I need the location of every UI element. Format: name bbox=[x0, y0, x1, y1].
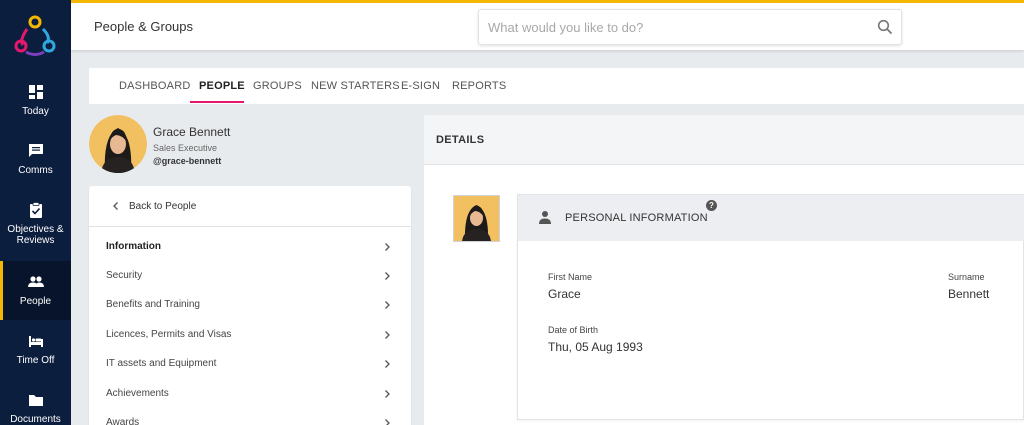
menu-item-licences-permits-visas[interactable]: Licences, Permits and Visas bbox=[89, 321, 411, 350]
app-logo-icon[interactable] bbox=[13, 13, 57, 59]
details-title: DETAILS bbox=[436, 134, 485, 146]
bed-icon bbox=[28, 336, 43, 347]
chevron-right-icon bbox=[385, 419, 390, 425]
search-icon[interactable] bbox=[877, 19, 893, 35]
dashboard-icon bbox=[28, 85, 43, 99]
nav-item-label: Today bbox=[22, 106, 49, 117]
menu-item-security[interactable]: Security bbox=[89, 262, 411, 291]
menu-item-label: Benefits and Training bbox=[106, 299, 200, 310]
avatar-photo-icon bbox=[454, 196, 499, 241]
clipboard-check-icon bbox=[29, 202, 42, 218]
first-name-value: Grace bbox=[548, 287, 581, 301]
profile-menu: Back to People Information Security Bene… bbox=[89, 186, 411, 425]
menu-item-label: Security bbox=[106, 270, 143, 281]
search-input[interactable] bbox=[479, 10, 869, 44]
active-tab-indicator bbox=[190, 101, 244, 103]
tab-new-starters[interactable]: NEW STARTERS bbox=[311, 80, 400, 92]
nav-item-comms[interactable]: Comms bbox=[0, 143, 71, 183]
nav-item-time-off[interactable]: Time Off bbox=[0, 333, 71, 373]
tabs-bar: DASHBOARD PEOPLE GROUPS NEW STARTERS E-S… bbox=[89, 68, 1024, 104]
chevron-right-icon bbox=[385, 360, 390, 368]
help-icon[interactable]: ? bbox=[706, 200, 717, 211]
search-box[interactable] bbox=[478, 9, 902, 45]
profile-role: Sales Executive bbox=[153, 143, 218, 153]
menu-item-benefits-training[interactable]: Benefits and Training bbox=[89, 291, 411, 320]
nav-item-label: People bbox=[19, 296, 52, 307]
nav-item-label: Time Off bbox=[16, 355, 55, 366]
tab-dashboard[interactable]: DASHBOARD bbox=[119, 80, 190, 92]
nav-item-objectives-reviews[interactable]: Objectives & Reviews bbox=[0, 202, 71, 252]
avatar-photo-icon bbox=[89, 115, 147, 173]
profile-name: Grace Bennett bbox=[153, 125, 231, 139]
people-icon bbox=[27, 276, 44, 287]
tab-groups[interactable]: GROUPS bbox=[253, 80, 302, 92]
nav-item-documents[interactable]: Documents bbox=[0, 392, 71, 425]
nav-item-label: Comms bbox=[18, 165, 53, 176]
top-bar: People & Groups bbox=[71, 0, 1024, 50]
menu-item-label: Licences, Permits and Visas bbox=[106, 329, 232, 340]
surname-label: Surname bbox=[948, 272, 985, 282]
page-title: People & Groups bbox=[94, 19, 194, 34]
tab-people[interactable]: PEOPLE bbox=[199, 80, 245, 92]
menu-item-label: Achievements bbox=[106, 388, 169, 399]
first-name-label: First Name bbox=[548, 272, 593, 282]
chevron-right-icon bbox=[385, 331, 390, 339]
menu-item-it-assets-equipment[interactable]: IT assets and Equipment bbox=[89, 350, 411, 379]
menu-item-label: Information bbox=[106, 241, 161, 252]
tab-e-sign[interactable]: E-SIGN bbox=[401, 80, 440, 92]
chevron-right-icon bbox=[385, 243, 390, 251]
chevron-right-icon bbox=[385, 272, 390, 280]
dob-label: Date of Birth bbox=[548, 325, 599, 335]
personal-information-header: PERSONAL INFORMATION ? bbox=[518, 195, 1024, 241]
nav-item-label: Objectives & Reviews bbox=[7, 224, 64, 246]
folder-icon bbox=[28, 395, 43, 406]
left-nav: Today Comms Objectives & Reviews People bbox=[0, 0, 71, 425]
back-to-people-link[interactable]: Back to People bbox=[89, 186, 411, 227]
dob-value: Thu, 05 Aug 1993 bbox=[548, 340, 643, 354]
menu-item-label: Awards bbox=[106, 417, 140, 425]
menu-item-achievements[interactable]: Achievements bbox=[89, 380, 411, 409]
chevron-right-icon bbox=[385, 390, 390, 398]
tab-reports[interactable]: REPORTS bbox=[452, 80, 506, 92]
personal-information-card: PERSONAL INFORMATION ? First Name Grace … bbox=[517, 194, 1024, 420]
profile-photo[interactable] bbox=[453, 195, 500, 242]
chevron-left-icon bbox=[113, 202, 118, 210]
back-label: Back to People bbox=[129, 201, 197, 212]
menu-item-information[interactable]: Information bbox=[89, 233, 411, 262]
nav-item-label: Documents bbox=[10, 414, 61, 425]
avatar[interactable] bbox=[89, 115, 147, 173]
chat-icon bbox=[28, 144, 43, 157]
menu-item-awards[interactable]: Awards bbox=[89, 409, 411, 425]
person-icon bbox=[539, 211, 551, 224]
section-title: PERSONAL INFORMATION bbox=[565, 212, 708, 224]
chevron-right-icon bbox=[385, 301, 390, 309]
profile-handle: @grace-bennett bbox=[153, 156, 222, 166]
surname-value: Bennett bbox=[948, 287, 990, 301]
details-header: DETAILS bbox=[424, 115, 1024, 165]
menu-item-label: IT assets and Equipment bbox=[106, 358, 217, 369]
nav-item-people[interactable]: People bbox=[0, 261, 71, 320]
nav-item-today[interactable]: Today bbox=[0, 84, 71, 124]
